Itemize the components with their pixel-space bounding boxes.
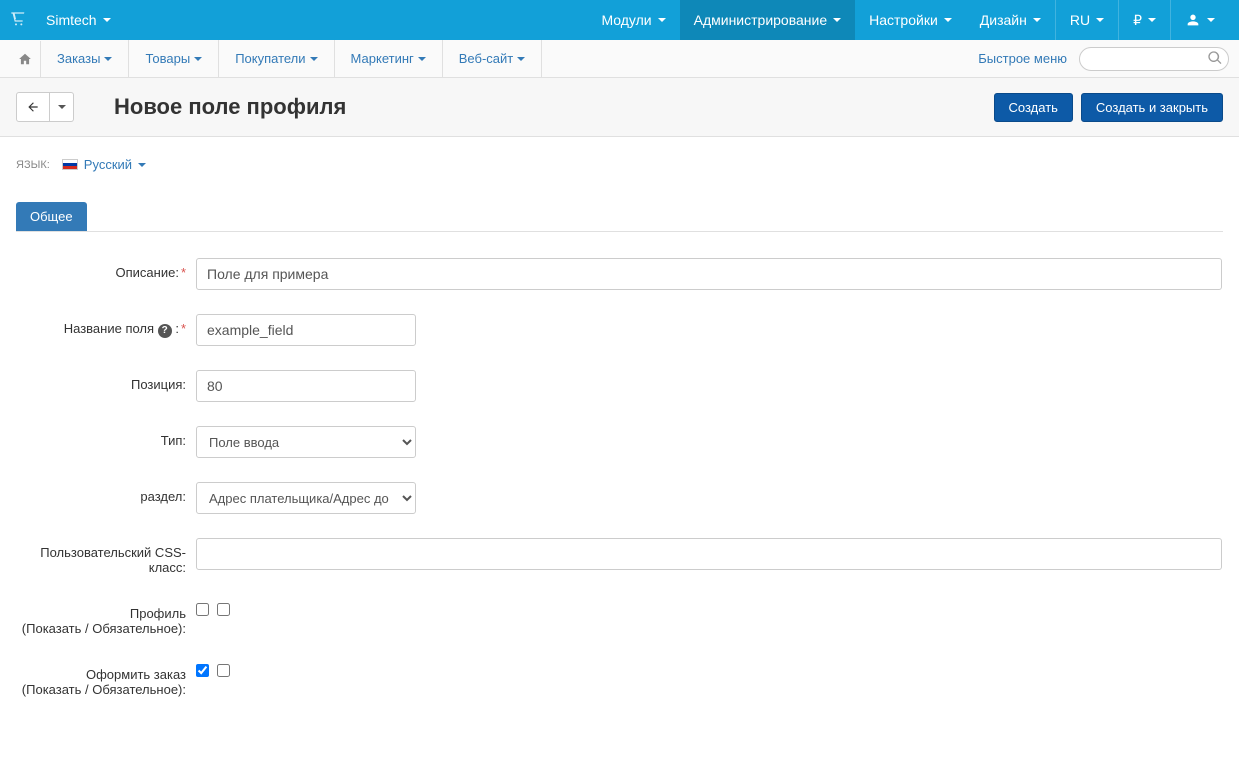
field-name-input[interactable] (196, 314, 416, 346)
label-profile: Профиль (Показать / Обязательное): (16, 599, 196, 636)
label-css-class: Пользовательский CSS-класс: (16, 538, 196, 575)
search-icon[interactable] (1207, 50, 1223, 69)
tab-general[interactable]: Общее (16, 202, 87, 231)
caret-icon (517, 57, 525, 61)
subnav-products[interactable]: Товары (129, 40, 219, 78)
checkout-show-checkbox[interactable] (196, 664, 209, 677)
caret-icon (833, 18, 841, 22)
nav-user[interactable] (1170, 0, 1229, 40)
caret-icon (1207, 18, 1215, 22)
back-button[interactable] (16, 92, 50, 122)
nav-settings[interactable]: Настройки (855, 0, 966, 40)
label-description: Описание:* (16, 258, 196, 280)
caret-icon (944, 18, 952, 22)
sub-bar: Заказы Товары Покупатели Маркетинг Веб-с… (0, 40, 1239, 78)
create-close-button[interactable]: Создать и закрыть (1081, 93, 1223, 122)
nav-administration[interactable]: Администрирование (680, 0, 856, 40)
caret-icon (1096, 18, 1104, 22)
quick-menu[interactable]: Быстрое меню (978, 51, 1067, 66)
back-dropdown[interactable] (50, 92, 74, 122)
home-link[interactable] (10, 41, 41, 77)
type-select[interactable]: Поле ввода (196, 426, 416, 458)
sub-nav: Заказы Товары Покупатели Маркетинг Веб-с… (41, 40, 542, 78)
nav-currency[interactable]: ₽ (1118, 0, 1170, 40)
search-wrap (1079, 47, 1229, 71)
top-bar: Simtech Модули Администрирование Настрой… (0, 0, 1239, 40)
section-select[interactable]: Адрес плательщика/Адрес до (196, 482, 416, 514)
profile-show-checkbox[interactable] (196, 603, 209, 616)
profile-required-checkbox[interactable] (217, 603, 230, 616)
caret-icon (58, 105, 66, 109)
top-nav: Модули Администрирование Настройки Дизай… (587, 0, 1229, 40)
caret-icon (310, 57, 318, 61)
create-button[interactable]: Создать (994, 93, 1073, 122)
help-icon[interactable]: ? (158, 324, 172, 338)
title-bar: Новое поле профиля Создать Создать и зак… (0, 78, 1239, 137)
cart-icon (10, 11, 26, 30)
user-icon (1185, 12, 1201, 28)
css-class-input[interactable] (196, 538, 1222, 570)
brand-label: Simtech (46, 12, 97, 28)
page-title: Новое поле профиля (88, 94, 980, 120)
subnav-customers[interactable]: Покупатели (219, 40, 334, 78)
caret-icon (1148, 18, 1156, 22)
caret-icon (104, 57, 112, 61)
content: язык: Русский Общее Описание:* Название … (0, 137, 1239, 741)
tabs: Общее (16, 202, 1223, 232)
label-section: раздел: (16, 482, 196, 504)
language-selector[interactable]: Русский (62, 157, 146, 172)
label-checkout: Оформить заказ (Показать / Обязательное)… (16, 660, 196, 697)
caret-icon (103, 18, 111, 22)
home-icon (18, 52, 32, 66)
label-type: Тип: (16, 426, 196, 448)
subnav-marketing[interactable]: Маркетинг (335, 40, 443, 78)
caret-icon (418, 57, 426, 61)
brand-dropdown[interactable]: Simtech (40, 12, 117, 28)
label-position: Позиция: (16, 370, 196, 392)
position-input[interactable] (196, 370, 416, 402)
label-field-name: Название поля ? :* (16, 314, 196, 338)
caret-icon (1033, 18, 1041, 22)
arrow-left-icon (26, 100, 40, 114)
language-row: язык: Русский (16, 157, 1223, 172)
caret-icon (138, 163, 146, 167)
nav-language[interactable]: RU (1055, 0, 1118, 40)
subnav-orders[interactable]: Заказы (41, 40, 129, 78)
flag-icon (62, 159, 78, 170)
caret-icon (658, 18, 666, 22)
caret-icon (194, 57, 202, 61)
description-input[interactable] (196, 258, 1222, 290)
language-label: язык: (16, 159, 50, 171)
subnav-website[interactable]: Веб-сайт (443, 40, 542, 78)
checkout-required-checkbox[interactable] (217, 664, 230, 677)
nav-modules[interactable]: Модули (587, 0, 679, 40)
nav-design[interactable]: Дизайн (966, 0, 1055, 40)
